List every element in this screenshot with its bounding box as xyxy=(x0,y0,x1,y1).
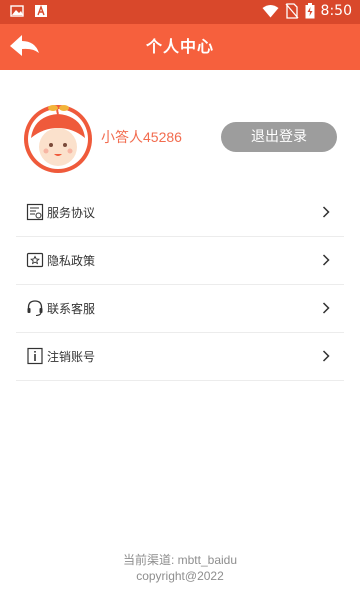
back-arrow-icon xyxy=(10,35,39,56)
status-time: 8:50 xyxy=(320,3,352,19)
image-icon xyxy=(10,5,24,17)
agreement-icon xyxy=(26,203,44,221)
username: 小答人45286 xyxy=(101,129,182,145)
chevron-right-icon xyxy=(322,254,330,266)
privacy-icon xyxy=(26,252,44,268)
menu-item-label: 联系客服 xyxy=(47,302,96,316)
no-sim-icon xyxy=(285,3,299,19)
menu-list: 服务协议 隐私政策 联系客服 注销账号 xyxy=(16,189,344,381)
app-header: 个人中心 xyxy=(0,24,360,70)
menu-item-label: 服务协议 xyxy=(47,206,96,220)
info-icon xyxy=(27,347,43,365)
avatar xyxy=(23,104,93,174)
status-right: 8:50 xyxy=(262,3,352,19)
back-button[interactable] xyxy=(8,32,42,62)
channel-text: 当前渠道: mbtt_baidu xyxy=(122,553,238,567)
chevron-right-icon xyxy=(322,206,330,218)
status-left-icons xyxy=(10,4,48,18)
menu-item-label: 注销账号 xyxy=(47,350,96,364)
menu-item-label: 隐私政策 xyxy=(47,254,96,268)
chevron-right-icon xyxy=(322,302,330,314)
text-a-icon xyxy=(35,5,47,17)
wifi-icon xyxy=(262,5,279,18)
battery-icon xyxy=(305,3,315,19)
chevron-right-icon xyxy=(322,350,330,362)
menu-item-service-agreement[interactable]: 服务协议 xyxy=(16,189,344,237)
copyright-text: copyright@2022 xyxy=(136,569,224,583)
page-title: 个人中心 xyxy=(145,37,214,56)
menu-item-privacy-policy[interactable]: 隐私政策 xyxy=(16,237,344,285)
menu-item-delete-account[interactable]: 注销账号 xyxy=(16,333,344,381)
profile-section: 小答人45286 退出登录 xyxy=(0,100,360,174)
baby-avatar-icon xyxy=(24,105,92,173)
headset-icon xyxy=(27,300,43,317)
footer: 当前渠道: mbtt_baidu copyright@2022 xyxy=(0,552,360,584)
status-bar: 8:50 xyxy=(0,0,360,24)
logout-button[interactable]: 退出登录 xyxy=(221,122,337,152)
menu-item-contact-support[interactable]: 联系客服 xyxy=(16,285,344,333)
